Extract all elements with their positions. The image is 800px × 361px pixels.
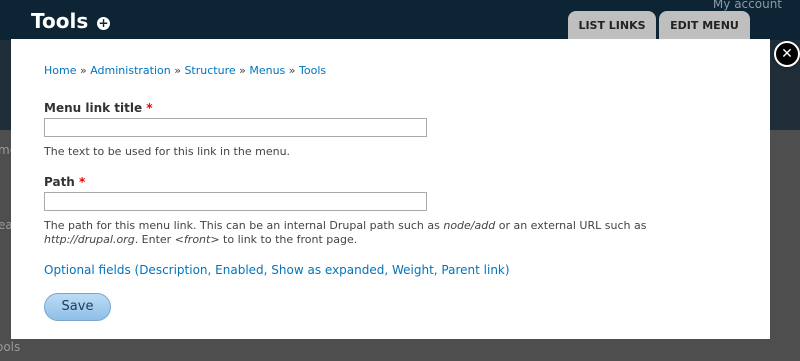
my-account-link[interactable]: My account — [713, 0, 782, 11]
add-shortcut-icon[interactable]: + — [97, 17, 110, 30]
tab-list-links[interactable]: LIST LINKS — [568, 11, 656, 40]
path-description-text: to link to the front page. — [219, 233, 358, 246]
save-button[interactable]: Save — [44, 293, 111, 321]
breadcrumb: Home » Administration » Structure » Menu… — [44, 64, 326, 77]
required-marker: * — [79, 175, 86, 189]
path-label-text: Path — [44, 175, 75, 189]
optional-fields-link[interactable]: Optional fields (Description, Enabled, S… — [44, 263, 510, 277]
breadcrumb-separator: » — [174, 64, 181, 77]
path-input[interactable] — [44, 192, 427, 211]
path-description-example: node/add — [443, 219, 496, 232]
breadcrumb-link-administration[interactable]: Administration — [90, 64, 171, 77]
required-marker: * — [146, 101, 153, 115]
overlay-dialog: Home » Administration » Structure » Menu… — [11, 39, 770, 339]
path-description: The path for this menu link. This can be… — [44, 219, 724, 247]
tab-edit-menu[interactable]: EDIT MENU — [659, 11, 750, 40]
breadcrumb-separator: » — [288, 64, 296, 77]
menu-link-title-label-text: Menu link title — [44, 101, 143, 115]
path-description-example: <front> — [174, 233, 220, 246]
breadcrumb-link-tools[interactable]: Tools — [299, 64, 326, 77]
path-description-example: http://drupal.org — [44, 233, 135, 246]
path-description-text: . Enter — [134, 233, 175, 246]
path-description-text: The path for this menu link. This can be… — [44, 219, 444, 232]
breadcrumb-link-structure[interactable]: Structure — [184, 64, 235, 77]
background-text-fragment: ools — [0, 340, 21, 354]
path-label: Path * — [44, 175, 85, 189]
menu-link-title-input[interactable] — [44, 118, 427, 137]
close-icon[interactable]: ✕ — [774, 41, 800, 67]
breadcrumb-link-menus[interactable]: Menus — [249, 64, 285, 77]
breadcrumb-separator: » — [239, 64, 246, 77]
path-description-text: or an external URL such as — [495, 219, 647, 232]
page-title: Tools — [31, 9, 89, 33]
menu-link-title-label: Menu link title * — [44, 101, 153, 115]
breadcrumb-separator: » — [79, 64, 87, 77]
menu-link-title-description: The text to be used for this link in the… — [44, 145, 291, 158]
breadcrumb-link-home[interactable]: Home — [44, 64, 76, 77]
